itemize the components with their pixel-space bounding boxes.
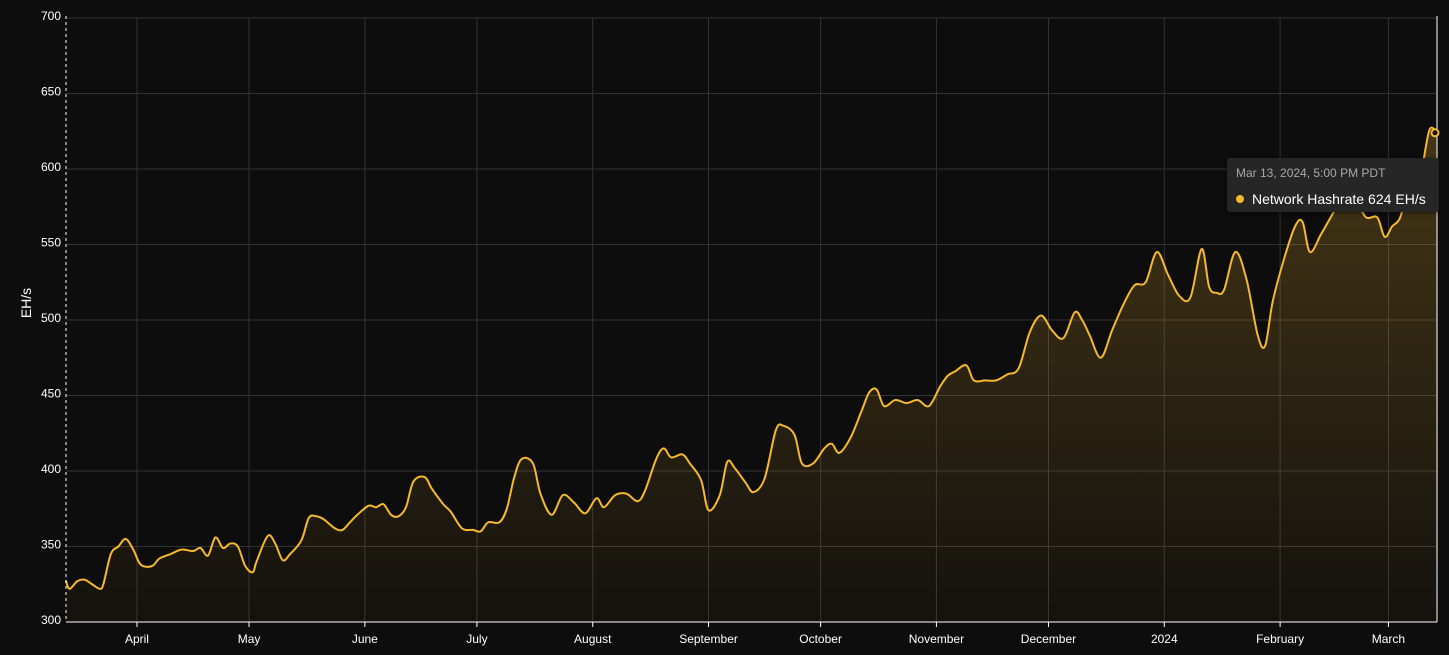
y-tick-label: 650 bbox=[41, 85, 61, 99]
hover-marker-layer bbox=[1430, 128, 1440, 138]
y-tick-label: 700 bbox=[41, 9, 61, 23]
hashrate-chart[interactable]: 300 350 400 450 500 550 600 650 700 April May June J… bbox=[0, 0, 1449, 655]
y-tick-label: 450 bbox=[41, 387, 61, 401]
x-tick-label: November bbox=[909, 632, 964, 646]
x-tick-label: March bbox=[1372, 632, 1405, 646]
x-tick-label: October bbox=[799, 632, 842, 646]
x-tick-label: April bbox=[125, 632, 149, 646]
y-tick-label: 550 bbox=[41, 236, 61, 250]
x-tick-label: 2024 bbox=[1151, 632, 1178, 646]
x-tick-label: July bbox=[466, 632, 487, 646]
y-axis-title: EH/s bbox=[18, 288, 34, 318]
chart-svg[interactable]: 300 350 400 450 500 550 600 650 700 April May June J… bbox=[0, 0, 1449, 655]
tooltip-row: Network Hashrate 624 EH/s bbox=[1236, 191, 1430, 207]
tooltip-series-name: Network Hashrate bbox=[1252, 191, 1365, 207]
x-tick-label: December bbox=[1021, 632, 1076, 646]
x-tick-label: September bbox=[679, 632, 738, 646]
hover-point-marker bbox=[1430, 128, 1440, 138]
x-tick-label: February bbox=[1256, 632, 1304, 646]
y-tick-label: 600 bbox=[41, 160, 61, 174]
y-tick-label: 300 bbox=[41, 613, 61, 627]
y-tick-label: 400 bbox=[41, 462, 61, 476]
y-tick-label: 350 bbox=[41, 538, 61, 552]
x-tick-label: August bbox=[574, 632, 612, 646]
tooltip-unit: EH/s bbox=[1395, 191, 1426, 207]
x-tick-label: May bbox=[238, 632, 261, 646]
y-tick-label: 500 bbox=[41, 311, 61, 325]
tooltip: Mar 13, 2024, 5:00 PM PDT Network Hashra… bbox=[1227, 158, 1439, 212]
tooltip-date: Mar 13, 2024, 5:00 PM PDT bbox=[1236, 166, 1386, 180]
x-tick-label: June bbox=[352, 632, 378, 646]
tooltip-series-dot bbox=[1236, 195, 1244, 203]
tooltip-value: 624 bbox=[1368, 191, 1392, 207]
